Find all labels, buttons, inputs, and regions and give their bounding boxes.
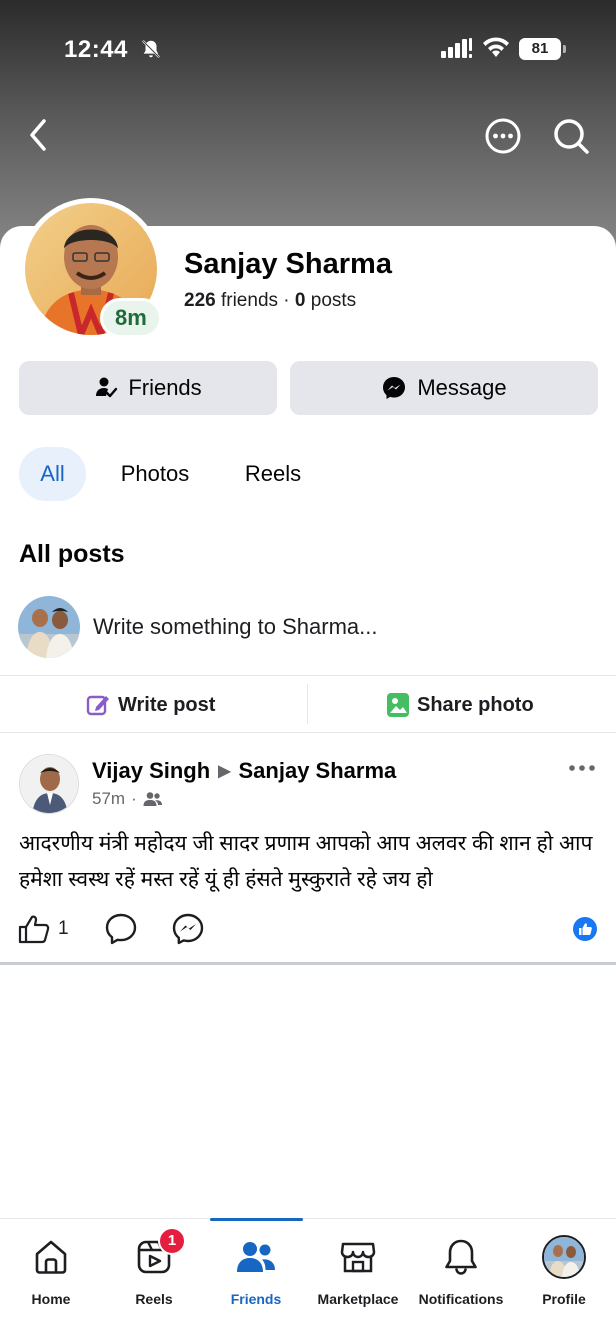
chevron-left-icon <box>30 119 46 151</box>
friends-audience-icon <box>143 792 162 806</box>
comment-button[interactable] <box>104 912 138 951</box>
back-button[interactable] <box>20 115 56 155</box>
active-status-badge: 8m <box>100 298 162 338</box>
wifi-icon <box>482 37 510 64</box>
nav-profile-label: Profile <box>542 1291 586 1307</box>
meta-separator: · <box>131 789 137 808</box>
composer-divider <box>0 675 616 676</box>
friends-button[interactable]: Friends <box>19 361 277 415</box>
more-options-button[interactable] <box>484 117 522 155</box>
tab-reels[interactable]: Reels <box>232 447 314 501</box>
post-section-divider <box>0 732 616 733</box>
search-button[interactable] <box>551 116 591 156</box>
marketplace-icon <box>308 1233 408 1281</box>
nav-profile[interactable]: Profile <box>514 1233 614 1307</box>
comment-icon <box>105 913 137 945</box>
post-author-name[interactable]: Vijay Singh <box>92 758 210 784</box>
section-title: All posts <box>19 540 125 568</box>
share-photo-label: Share photo <box>417 693 534 716</box>
search-icon <box>554 119 589 154</box>
friend-check-icon <box>96 377 118 398</box>
more-icon <box>485 118 521 154</box>
like-button[interactable]: 1 <box>18 914 69 944</box>
post-text: आदरणीय मंत्री महोदय जी सादर प्रणाम आपको … <box>19 832 593 891</box>
signal-icon <box>441 38 473 65</box>
nav-marketplace[interactable]: Marketplace <box>308 1233 408 1307</box>
post-divider <box>0 962 616 965</box>
status-bar: 12:44 81 <box>0 0 616 100</box>
home-icon <box>1 1233 101 1281</box>
friends-icon <box>206 1233 306 1281</box>
reels-icon: 1 <box>104 1227 204 1281</box>
nav-home[interactable]: Home <box>1 1233 101 1307</box>
posts-label: posts <box>310 290 357 311</box>
action-divider <box>307 684 308 724</box>
tab-all[interactable]: All <box>19 447 86 501</box>
profile-name: Sanjay Sharma <box>184 248 392 280</box>
nav-friends-label: Friends <box>230 1291 282 1307</box>
status-time: 12:44 <box>64 36 128 63</box>
tab-photos[interactable]: Photos <box>104 447 206 501</box>
profile-avatar <box>514 1233 614 1281</box>
write-post-button[interactable]: Write post <box>86 690 215 720</box>
like-count: 1 <box>58 918 69 939</box>
edit-icon <box>86 695 109 716</box>
bell-icon <box>411 1233 511 1281</box>
post-author-avatar[interactable] <box>19 754 79 814</box>
post-time[interactable]: 57m <box>92 789 125 809</box>
bell-muted-icon <box>140 38 162 65</box>
nav-reels-label: Reels <box>135 1291 173 1307</box>
photo-icon <box>387 693 409 717</box>
post-target-name[interactable]: Sanjay Sharma <box>239 758 397 784</box>
nav-notifications-label: Notifications <box>418 1291 504 1307</box>
profile-stats[interactable]: 226 friends · 0 posts <box>184 290 356 312</box>
nav-home-label: Home <box>31 1291 71 1307</box>
message-button-label: Message <box>417 375 507 400</box>
message-button[interactable]: Message <box>290 361 598 415</box>
write-post-label: Write post <box>118 693 216 716</box>
stats-separator: · <box>283 290 290 311</box>
composer-avatar <box>18 596 80 658</box>
thumbs-up-icon <box>18 915 50 944</box>
bottom-nav: Home 1 Reels Friends Marketplace Notific… <box>0 1218 616 1339</box>
active-tab-indicator <box>210 1218 303 1221</box>
share-photo-button[interactable]: Share photo <box>387 690 534 720</box>
nav-notifications[interactable]: Notifications <box>411 1233 511 1307</box>
battery-indicator: 81 <box>519 38 566 60</box>
post-more-button[interactable] <box>567 758 597 778</box>
friends-count: 226 <box>184 290 216 311</box>
post-meta: 57m · <box>92 789 163 809</box>
like-reaction-icon[interactable] <box>572 916 598 947</box>
send-message-button[interactable] <box>171 912 205 951</box>
messenger-icon <box>383 377 406 399</box>
more-horizontal-icon <box>569 765 595 771</box>
composer-input[interactable]: Write something to Sharma... <box>93 614 378 640</box>
friends-label: friends <box>220 290 279 311</box>
arrow-right-icon: ▶ <box>218 763 231 780</box>
reels-notification-badge: 1 <box>158 1227 186 1255</box>
posts-count: 0 <box>294 290 306 311</box>
nav-friends[interactable]: Friends <box>206 1233 306 1307</box>
post-header: Vijay Singh ▶ Sanjay Sharma <box>92 758 396 784</box>
friends-button-label: Friends <box>128 375 202 400</box>
messenger-outline-icon <box>172 913 204 945</box>
nav-reels[interactable]: 1 Reels <box>104 1227 204 1307</box>
nav-marketplace-label: Marketplace <box>317 1291 399 1307</box>
